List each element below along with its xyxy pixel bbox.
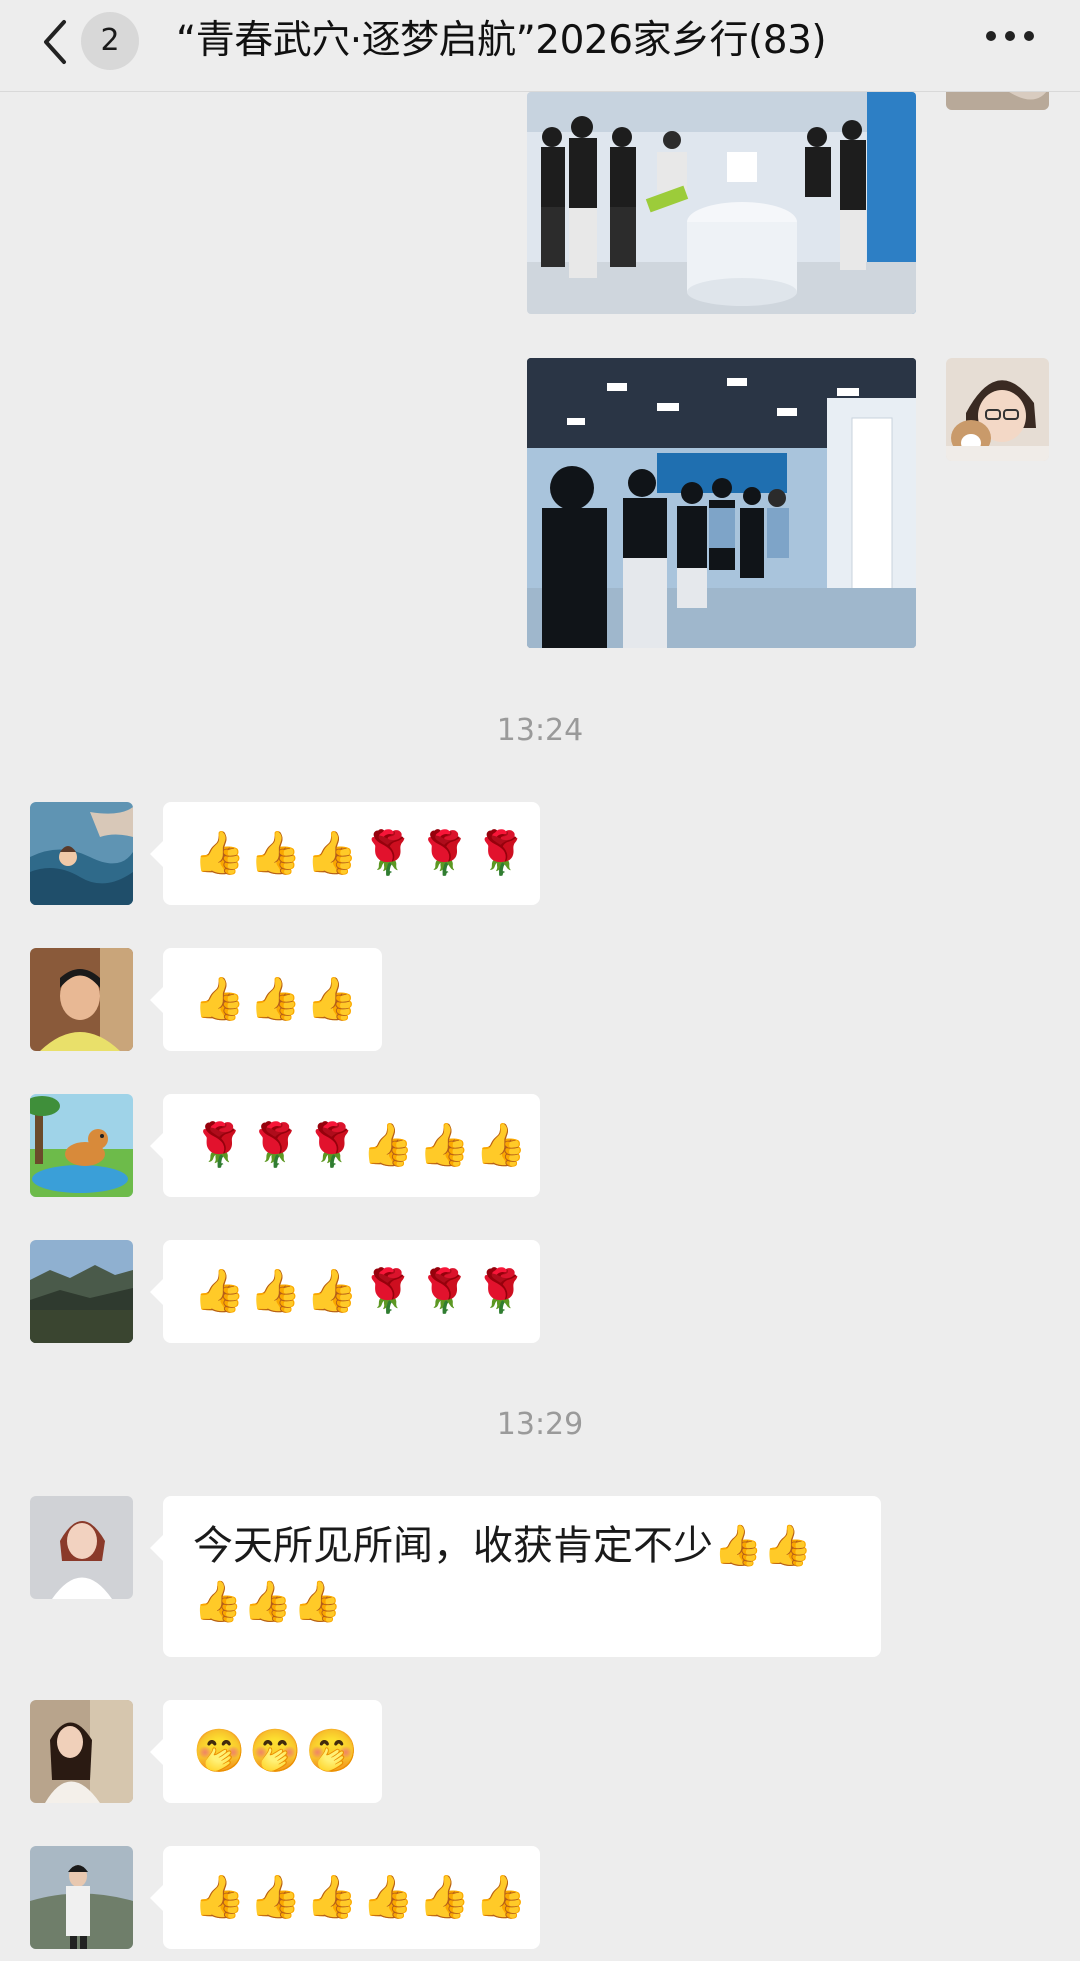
chat-title: “青春武穴·逐梦启航”2026家乡行(83): [176, 18, 827, 63]
timestamp: 13:29: [496, 1407, 584, 1442]
message-bubble[interactable]: 👍👍👍👍👍👍: [150, 1846, 540, 1949]
message-bubble[interactable]: 🌹🌹🌹👍👍👍: [150, 1094, 540, 1197]
avatar-self[interactable]: [946, 358, 1049, 461]
avatar-member-4[interactable]: [30, 1240, 133, 1343]
message-emoji: 🤭🤭🤭: [193, 1726, 362, 1775]
chat-photo-exhibition-1[interactable]: [527, 92, 916, 314]
message-emoji: 👍👍👍🌹🌹🌹: [193, 1266, 531, 1315]
avatar-member-7[interactable]: [30, 1846, 133, 1949]
message-bubble[interactable]: 今天所见所闻，收获肯定不少👍👍👍👍👍: [150, 1496, 881, 1657]
chat-photo-exhibition-2[interactable]: [527, 358, 916, 648]
chat-header: 2 “青春武穴·逐梦启航”2026家乡行(83): [0, 0, 1080, 92]
more-dots-icon[interactable]: [985, 30, 1035, 42]
avatar-member-3[interactable]: [30, 1094, 133, 1197]
timestamp: 13:24: [496, 713, 584, 748]
avatar-member-6[interactable]: [30, 1700, 133, 1803]
avatar-member-5[interactable]: [30, 1496, 133, 1599]
message-emoji: 👍👍👍: [193, 974, 362, 1023]
message-text: 今天所见所闻，收获肯定不少👍👍👍👍👍: [193, 1523, 813, 1625]
message-bubble[interactable]: 👍👍👍🌹🌹🌹: [150, 802, 540, 905]
message-bubble[interactable]: 👍👍👍🌹🌹🌹: [150, 1240, 540, 1343]
avatar-member-2[interactable]: [30, 948, 133, 1051]
chevron-left-icon[interactable]: [38, 16, 74, 68]
message-emoji: 👍👍👍👍👍👍: [193, 1872, 531, 1921]
message-bubble[interactable]: 🤭🤭🤭: [150, 1700, 382, 1803]
message-emoji: 🌹🌹🌹👍👍👍: [193, 1120, 531, 1169]
unread-count-badge[interactable]: 2: [81, 12, 139, 70]
avatar-member-1[interactable]: [30, 802, 133, 905]
message-emoji: 👍👍👍🌹🌹🌹: [193, 828, 531, 877]
message-bubble[interactable]: 👍👍👍: [150, 948, 382, 1051]
